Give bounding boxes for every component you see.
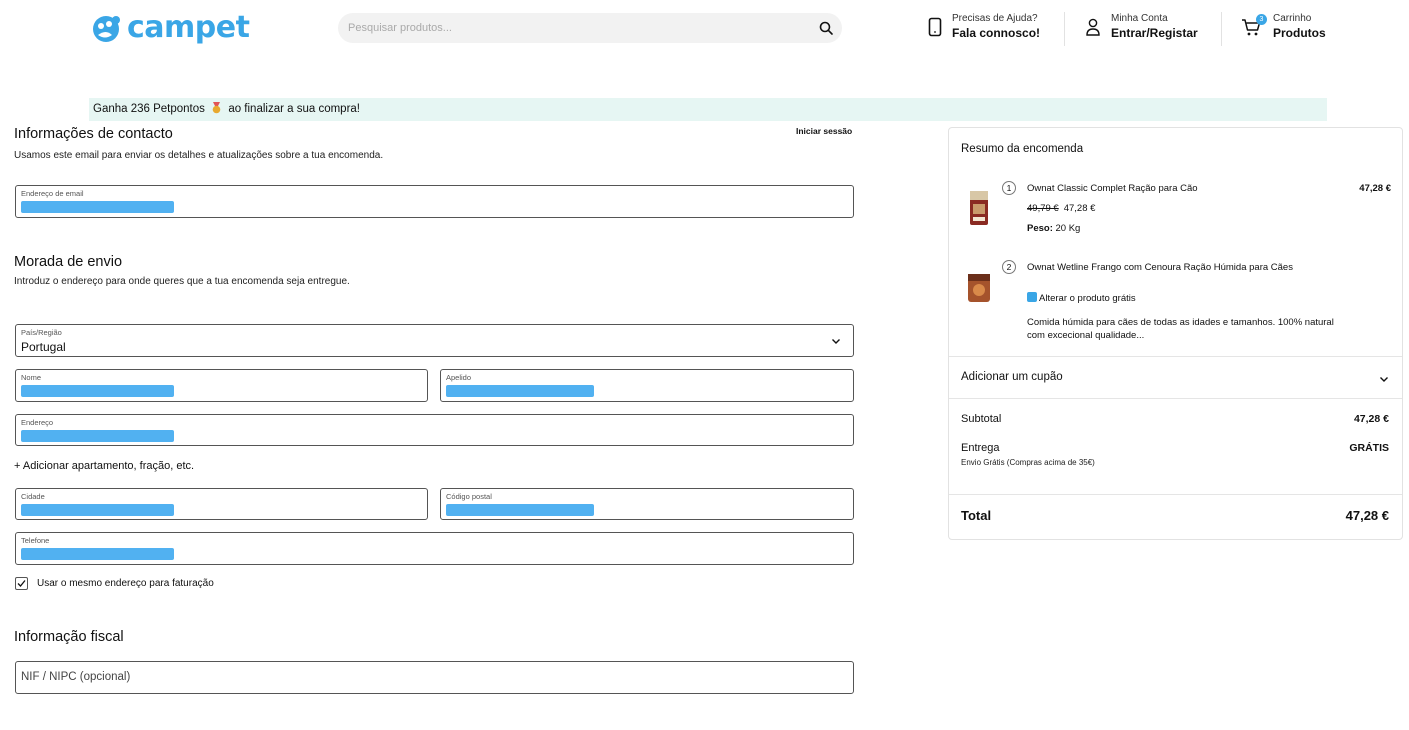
redacted-value <box>446 385 594 397</box>
delivery-note: Envio Grátis (Compras acima de 35€) <box>961 458 1095 467</box>
redacted-value <box>21 430 174 442</box>
logo-text: campet <box>127 10 250 45</box>
wet-food-pack-image <box>968 274 990 302</box>
same-billing-label: Usar o mesmo endereço para faturação <box>37 578 214 589</box>
item-description-line: com excecional qualidade... <box>1027 330 1145 341</box>
campet-logo[interactable]: campet <box>89 10 250 45</box>
header-divider <box>1221 12 1222 46</box>
city-label: Cidade <box>21 492 45 501</box>
item-price-line: 49,79 € 47,28 € <box>1027 203 1095 214</box>
shipping-title: Morada de envio <box>14 254 123 270</box>
login-link[interactable]: Iniciar sessão <box>796 126 852 136</box>
subtotal-value: 47,28 € <box>1353 413 1389 425</box>
change-free-product-text: Alterar o produto grátis <box>1039 293 1136 304</box>
add-apartment-link[interactable]: + Adicionar apartamento, fração, etc. <box>14 460 194 472</box>
site-header: campet Precisas de Ajuda? Fala connosco!… <box>0 0 1409 60</box>
summary-divider <box>949 494 1402 495</box>
summary-divider <box>949 356 1402 357</box>
weight-value: 20 Kg <box>1055 223 1081 234</box>
account-label: Minha Conta <box>1111 13 1168 24</box>
fiscal-title: Informação fiscal <box>14 629 124 645</box>
total-label: Total <box>961 508 992 523</box>
medal-icon <box>212 102 221 114</box>
chevron-down-icon <box>1380 377 1388 382</box>
petpontos-banner: Ganha 236 Petpontos ao finalizar a sua c… <box>89 98 1327 121</box>
checkmark-icon <box>17 580 26 587</box>
account-cta: Entrar/Registar <box>1111 26 1198 40</box>
nif-field[interactable]: NIF / NIPC (opcional) <box>15 661 854 694</box>
last-name-label: Apelido <box>446 373 472 382</box>
redacted-value <box>446 504 594 516</box>
redacted-value <box>21 504 174 516</box>
search-input[interactable] <box>348 13 808 43</box>
item-weight: Peso: 20 Kg <box>1027 223 1080 234</box>
redacted-value <box>21 385 174 397</box>
chevron-down-icon <box>832 339 840 344</box>
item-old-price: 49,79 € <box>1027 203 1059 214</box>
country-label: País/Região <box>21 328 62 337</box>
help-contact-link[interactable]: Precisas de Ajuda? Fala connosco! <box>928 12 1040 41</box>
total-value: 47,28 € <box>1345 508 1389 523</box>
user-icon <box>1086 18 1100 36</box>
gift-icon <box>1027 292 1037 302</box>
same-billing-option[interactable]: Usar o mesmo endereço para faturação <box>15 577 214 590</box>
paw-logo-icon <box>93 15 120 42</box>
promo-text-before: Ganha 236 Petpontos <box>93 103 205 115</box>
same-billing-checkbox[interactable] <box>15 577 28 590</box>
cart-item: 2 Ownat Wetline Frango com Cenoura Ração… <box>961 260 1391 345</box>
delivery-label: Entrega <box>961 442 1000 454</box>
shipping-subtitle: Introduz o endereço para onde queres que… <box>14 276 350 287</box>
search-icon[interactable] <box>818 20 834 36</box>
item-name: Ownat Wetline Frango com Cenoura Ração H… <box>1027 262 1293 273</box>
city-field[interactable]: Cidade <box>15 488 428 520</box>
first-name-field[interactable]: Nome <box>15 369 428 402</box>
first-name-label: Nome <box>21 373 42 382</box>
delivery-value: GRÁTIS <box>1349 442 1389 454</box>
item-new-price: 47,28 € <box>1063 203 1096 214</box>
promo-text-after: ao finalizar a sua compra! <box>228 103 360 115</box>
email-label: Endereço de email <box>21 189 84 198</box>
address-field[interactable]: Endereço <box>15 414 854 446</box>
change-free-product-link[interactable]: Alterar o produto grátis <box>1027 292 1136 304</box>
postal-code-field[interactable]: Código postal <box>440 488 854 520</box>
phone-label: Telefone <box>21 536 50 545</box>
item-description-line: Comida húmida para cães de todas as idad… <box>1027 317 1334 328</box>
summary-divider <box>949 398 1402 399</box>
cart-icon-wrap: 3 <box>1241 13 1267 37</box>
order-summary: Resumo da encomenda 1 Ownat Classic Comp… <box>948 127 1403 540</box>
cart-link[interactable]: 3 Carrinho Produtos <box>1241 12 1326 41</box>
summary-title: Resumo da encomenda <box>961 143 1084 155</box>
country-select[interactable]: País/Região Portugal <box>15 324 854 357</box>
redacted-value <box>21 548 174 560</box>
subtotal-label: Subtotal <box>961 413 1002 425</box>
nif-placeholder: NIF / NIPC (opcional) <box>21 671 131 683</box>
phone-icon <box>928 17 942 36</box>
last-name-field[interactable]: Apelido <box>440 369 854 402</box>
help-label: Precisas de Ajuda? <box>952 13 1038 24</box>
account-link[interactable]: Minha Conta Entrar/Registar <box>1085 12 1198 41</box>
cart-count-badge: 3 <box>1256 13 1267 25</box>
country-value: Portugal <box>21 340 66 354</box>
cart-cta: Produtos <box>1273 26 1326 40</box>
cart-label: Carrinho <box>1273 13 1312 24</box>
add-coupon-toggle[interactable]: Adicionar um cupão <box>961 371 1391 383</box>
item-total-price: 47,28 € <box>1359 183 1391 194</box>
email-field[interactable]: Endereço de email <box>15 185 854 218</box>
item-name: Ownat Classic Complet Ração para Cão <box>1027 183 1198 194</box>
help-cta: Fala connosco! <box>952 26 1041 40</box>
redacted-value <box>21 201 174 213</box>
cart-item: 1 Ownat Classic Complet Ração para Cão 4… <box>961 181 1391 241</box>
search-bar <box>338 13 842 43</box>
contact-title: Informações de contacto <box>14 126 173 142</box>
coupon-label: Adicionar um cupão <box>961 371 1063 383</box>
item-quantity-badge: 2 <box>1002 260 1016 274</box>
phone-field[interactable]: Telefone <box>15 532 854 565</box>
dry-food-bag-image <box>970 191 988 225</box>
postal-code-label: Código postal <box>446 492 492 501</box>
address-label: Endereço <box>21 418 54 427</box>
header-divider <box>1064 12 1065 46</box>
item-quantity-badge: 1 <box>1002 181 1016 195</box>
weight-label: Peso: <box>1027 223 1053 234</box>
contact-subtitle: Usamos este email para enviar os detalhe… <box>14 150 384 161</box>
